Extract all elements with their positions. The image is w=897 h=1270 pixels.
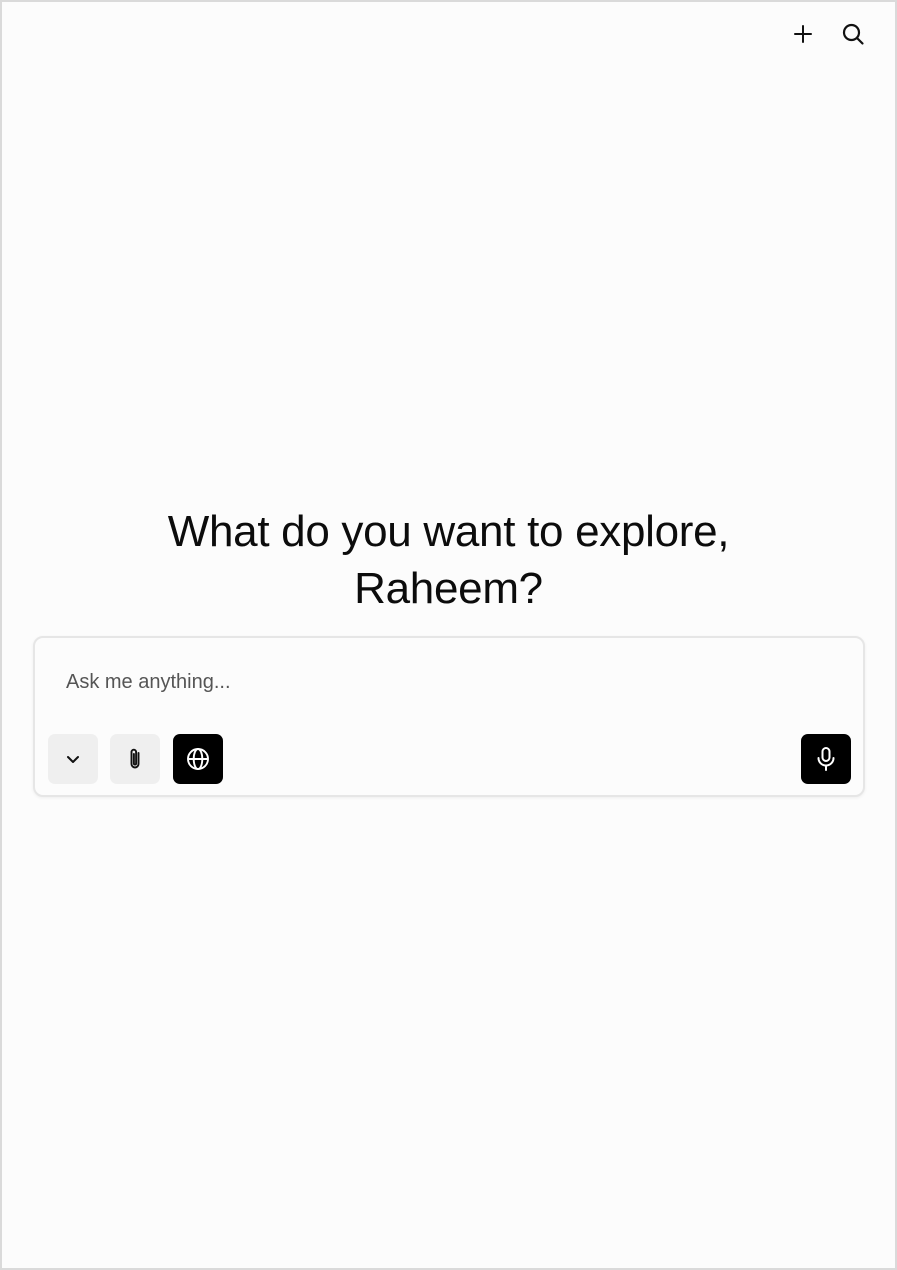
search-icon [842,23,864,45]
chat-composer [33,636,865,797]
app-window: What do you want to explore, Raheem? [0,0,897,1270]
chevron-down-icon [67,756,79,763]
top-actions [781,16,875,52]
microphone-icon [817,747,835,771]
new-chat-button[interactable] [781,16,825,52]
plus-icon [794,25,812,43]
voice-input-button[interactable] [801,734,851,784]
paperclip-icon [130,748,140,769]
web-search-toggle[interactable] [173,734,223,784]
globe-icon [187,748,209,770]
model-selector-button[interactable] [48,734,98,784]
search-button[interactable] [831,16,875,52]
greeting-heading: What do you want to explore, Raheem? [2,503,895,617]
prompt-input[interactable] [66,668,806,696]
greeting-line-1: What do you want to explore, [167,507,730,557]
greeting-line-2: Raheem? [354,564,543,614]
attach-file-button[interactable] [110,734,160,784]
